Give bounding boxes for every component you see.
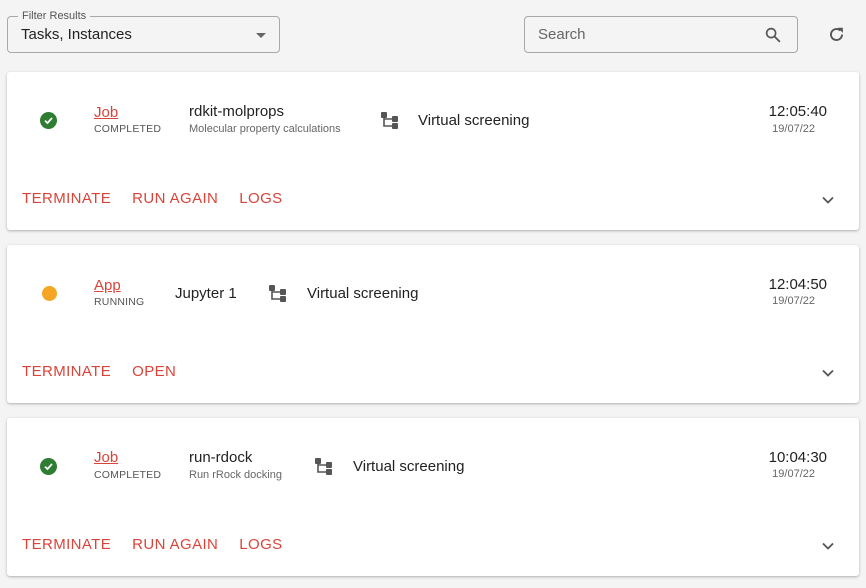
task-state: RUNNING: [94, 296, 145, 308]
run-again-button[interactable]: RUN AGAIN: [132, 190, 218, 207]
task-actions: TERMINATE OPEN: [22, 363, 197, 380]
logs-button[interactable]: LOGS: [239, 190, 282, 207]
task-card: App RUNNING Jupyter 1 Virtual screening …: [7, 245, 859, 403]
task-description: Run rRock docking: [189, 469, 282, 481]
open-button[interactable]: OPEN: [132, 363, 176, 380]
completed-status-icon: [40, 112, 57, 129]
filter-results-value: Tasks, Instances: [21, 26, 132, 43]
terminate-button[interactable]: TERMINATE: [22, 363, 111, 380]
task-card: Job COMPLETED run-rdock Run rRock dockin…: [7, 418, 859, 576]
project-name: Virtual screening: [353, 458, 465, 475]
project-icon: [269, 285, 286, 302]
task-actions: TERMINATE RUN AGAIN LOGS: [22, 536, 304, 553]
task-kind-link[interactable]: Job: [94, 449, 118, 466]
search-icon[interactable]: [764, 26, 782, 44]
running-status-icon: [42, 286, 57, 301]
search-input[interactable]: [525, 17, 755, 52]
task-time: 12:04:50: [768, 276, 827, 293]
run-again-button[interactable]: RUN AGAIN: [132, 536, 218, 553]
chevron-down-icon[interactable]: [821, 193, 835, 207]
project-icon: [381, 112, 398, 129]
logs-button[interactable]: LOGS: [239, 536, 282, 553]
task-name: rdkit-molprops: [189, 103, 285, 120]
task-time: 12:05:40: [768, 103, 827, 120]
task-date: 19/07/22: [772, 123, 815, 135]
project-name: Virtual screening: [418, 112, 530, 129]
terminate-button[interactable]: TERMINATE: [22, 190, 111, 207]
task-name: Jupyter 1: [175, 285, 237, 302]
task-state: COMPLETED: [94, 469, 162, 481]
chevron-down-icon[interactable]: [821, 539, 835, 553]
completed-status-icon: [40, 458, 57, 475]
task-state: COMPLETED: [94, 123, 162, 135]
task-date: 19/07/22: [772, 295, 815, 307]
refresh-icon[interactable]: [827, 25, 846, 44]
filter-results-select[interactable]: Filter Results Tasks, Instances: [7, 9, 280, 53]
filter-results-label: Filter Results: [18, 9, 91, 23]
task-name: run-rdock: [189, 449, 253, 466]
caret-down-icon: [256, 33, 266, 38]
project-name: Virtual screening: [307, 285, 419, 302]
task-kind-link[interactable]: Job: [94, 104, 118, 121]
project-icon: [315, 458, 332, 475]
task-card: Job COMPLETED rdkit-molprops Molecular p…: [7, 72, 859, 230]
task-kind-link[interactable]: App: [94, 277, 121, 294]
terminate-button[interactable]: TERMINATE: [22, 536, 111, 553]
task-actions: TERMINATE RUN AGAIN LOGS: [22, 190, 304, 207]
task-date: 19/07/22: [772, 468, 815, 480]
task-description: Molecular property calculations: [189, 123, 341, 135]
task-time: 10:04:30: [768, 449, 827, 466]
chevron-down-icon[interactable]: [821, 366, 835, 380]
search-box: [524, 16, 798, 53]
